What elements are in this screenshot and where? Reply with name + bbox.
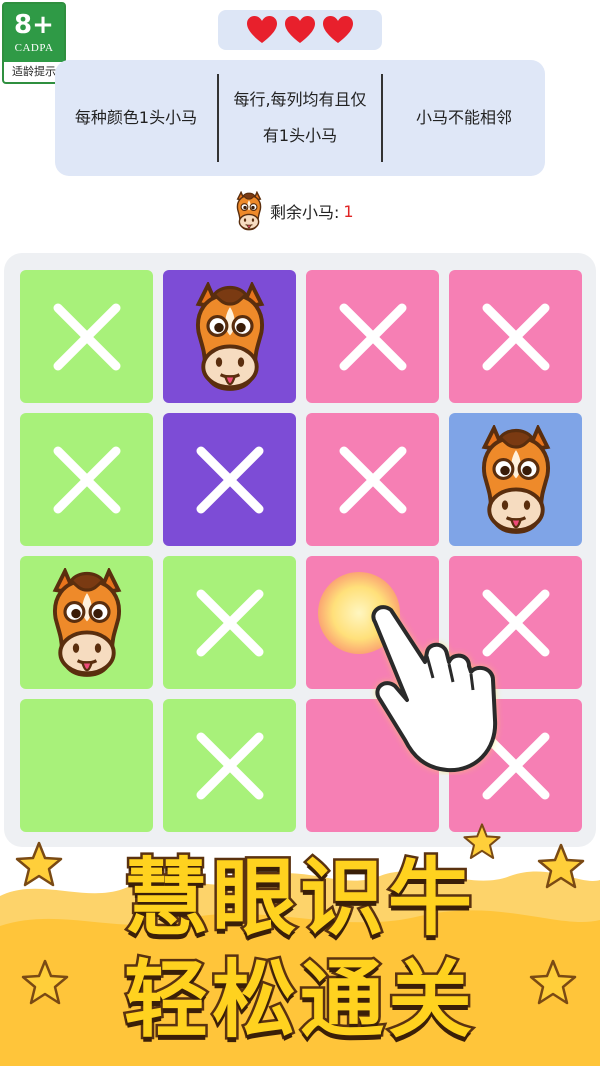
board-cell-r2-c1[interactable] — [20, 413, 153, 546]
slogan-line-1: 慧眼识牛 — [121, 847, 476, 950]
horse-icon — [481, 424, 550, 534]
cross-mark-icon — [196, 732, 263, 799]
slogan-line-2: 轻松通关 — [121, 949, 476, 1052]
rules-panel: 每种颜色1头小马 每行,每列均有且仅有1头小马 小马不能相邻 — [55, 60, 545, 176]
board-cell-r3-c1[interactable] — [20, 556, 153, 689]
board-cell-r2-c2[interactable] — [163, 413, 296, 546]
board-cell-r1-c2[interactable] — [163, 270, 296, 403]
remaining-count: 1 — [343, 201, 354, 221]
remaining-horses: 剩余小马: 1 — [232, 190, 354, 232]
horse-icon — [52, 567, 121, 677]
lives-bar — [218, 10, 382, 50]
horse-icon — [195, 281, 264, 391]
cross-mark-icon — [53, 446, 120, 513]
age-rating-org: CADPA — [14, 42, 54, 54]
board-cell-r4-c1[interactable] — [20, 699, 153, 832]
board-cell-r2-c4[interactable] — [449, 413, 582, 546]
board-cell-r1-c1[interactable] — [20, 270, 153, 403]
pointing-hand-icon — [371, 605, 498, 773]
cross-mark-icon — [196, 446, 263, 513]
heart-icon — [323, 16, 353, 43]
heart-icon — [285, 16, 315, 43]
age-rating-value: 8+ — [14, 10, 54, 40]
cross-mark-icon — [339, 446, 406, 513]
board-cell-r4-c2[interactable] — [163, 699, 296, 832]
cross-mark-icon — [482, 303, 549, 370]
board-cell-r2-c3[interactable] — [306, 413, 439, 546]
cross-mark-icon — [53, 303, 120, 370]
horse-icon — [236, 191, 262, 231]
cross-mark-icon — [339, 303, 406, 370]
cross-mark-icon — [196, 589, 263, 656]
remaining-label: 剩余小马: — [270, 203, 340, 222]
board-cell-r3-c2[interactable] — [163, 556, 296, 689]
rule-not-adjacent: 小马不能相邻 — [381, 74, 545, 162]
rule-one-per-row-column: 每行,每列均有且仅有1头小马 — [217, 74, 381, 162]
board-cell-r1-c3[interactable] — [306, 270, 439, 403]
heart-icon — [247, 16, 277, 43]
board-cell-r1-c4[interactable] — [449, 270, 582, 403]
rule-one-per-color: 每种颜色1头小马 — [74, 108, 198, 127]
